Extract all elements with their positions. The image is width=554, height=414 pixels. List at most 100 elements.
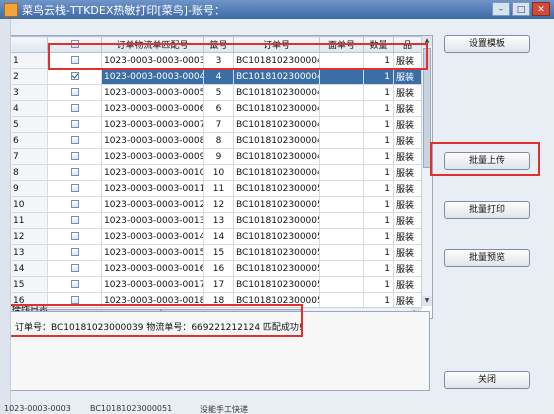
row-checkbox-cell[interactable] [47,164,102,181]
product-cell[interactable]: 服装 [393,84,422,101]
row-checkbox-cell[interactable] [47,212,102,229]
waybill-number-cell[interactable] [319,196,364,213]
product-cell[interactable]: 服装 [393,100,422,117]
row-checkbox[interactable] [70,200,79,208]
quantity-cell[interactable]: 1 [363,212,394,229]
order-grid[interactable]: 订单物流单匹配号 籤号 订单号 面单号 数量 品 1 1023-0003-0003… [8,35,433,319]
row-checkbox-cell[interactable] [47,180,102,197]
product-cell[interactable]: 服装 [393,180,422,197]
waybill-number-cell[interactable] [319,180,364,197]
tag-cell[interactable]: 6 [203,100,234,117]
row-checkbox[interactable] [70,120,79,128]
row-number[interactable]: 12 [9,228,48,245]
tag-cell[interactable]: 14 [203,228,234,245]
row-number[interactable]: 13 [9,244,48,261]
match-number-cell[interactable]: 1023-0003-0003-0014 [101,228,204,245]
match-number-cell[interactable]: 1023-0003-0003-0013 [101,212,204,229]
tag-cell[interactable]: 10 [203,164,234,181]
waybill-number-cell[interactable] [319,84,364,101]
quantity-cell[interactable]: 1 [363,100,394,117]
row-checkbox[interactable] [70,152,79,160]
set-template-button[interactable]: 设置模板 [444,35,530,53]
waybill-number-cell[interactable] [319,116,364,133]
order-number-cell[interactable]: BC10181023000043 [233,100,320,117]
tag-cell[interactable]: 16 [203,260,234,277]
row-checkbox-cell[interactable] [47,148,102,165]
waybill-number-cell[interactable] [319,68,364,85]
row-checkbox[interactable] [70,72,79,80]
order-number-cell[interactable]: BC10181023000057 [233,260,320,277]
order-number-cell[interactable]: BC10181023000056 [233,244,320,261]
row-checkbox[interactable] [70,136,79,144]
match-number-cell[interactable]: 1023-0003-0003-0009 [101,148,204,165]
waybill-number-cell[interactable] [319,244,364,261]
table-row[interactable]: 10 1023-0003-0003-0012 12 BC10181023000053 1… [9,196,422,213]
row-checkbox-cell[interactable] [47,244,102,261]
product-cell[interactable]: 服装 [393,260,422,277]
waybill-number-cell[interactable] [319,276,364,293]
product-cell[interactable]: 服装 [393,196,422,213]
table-row[interactable]: 11 1023-0003-0003-0013 13 BC10181023000054 1… [9,212,422,229]
match-number-cell[interactable]: 1023-0003-0003-0004 [101,68,204,85]
order-number-cell[interactable]: BC10181023000046 [233,148,320,165]
row-checkbox[interactable] [70,168,79,176]
maximize-button[interactable]: □ [512,2,530,16]
match-number-cell[interactable]: 1023-0003-0003-0005 [101,84,204,101]
product-cell[interactable]: 服装 [393,68,422,85]
row-number[interactable]: 5 [9,116,48,133]
match-number-cell[interactable]: 1023-0003-0003-0008 [101,132,204,149]
order-number-cell[interactable]: BC10181023000058 [233,276,320,293]
row-checkbox-cell[interactable] [47,260,102,277]
row-checkbox-cell[interactable] [47,276,102,293]
order-number-cell[interactable]: BC10181023000047 [233,164,320,181]
table-row[interactable]: 7 1023-0003-0003-0009 9 BC10181023000046 1 服装 [9,148,422,165]
scroll-down-arrow-icon[interactable]: ▼ [422,296,432,306]
row-checkbox-cell[interactable] [47,132,102,149]
quantity-cell[interactable]: 1 [363,68,394,85]
order-number-cell[interactable]: BC10181023000045 [233,132,320,149]
match-number-cell[interactable]: 1023-0003-0003-0011 [101,180,204,197]
close-window-button[interactable]: ✕ [532,2,550,16]
quantity-cell[interactable]: 1 [363,228,394,245]
quantity-cell[interactable]: 1 [363,276,394,293]
product-cell[interactable]: 服装 [393,132,422,149]
row-number[interactable]: 9 [9,180,48,197]
match-number-cell[interactable]: 1023-0003-0003-0010 [101,164,204,181]
row-checkbox-cell[interactable] [47,68,102,85]
product-cell[interactable]: 服装 [393,116,422,133]
quantity-cell[interactable]: 1 [363,196,394,213]
table-row[interactable]: 3 1023-0003-0003-0005 5 BC10181023000042 1 服装 [9,84,422,101]
table-row[interactable]: 5 1023-0003-0003-0007 7 BC10181023000044 1 服装 [9,116,422,133]
order-number-cell[interactable]: BC10181023000054 [233,212,320,229]
quantity-cell[interactable]: 1 [363,132,394,149]
row-checkbox-cell[interactable] [47,228,102,245]
quantity-cell[interactable]: 1 [363,260,394,277]
row-number[interactable]: 15 [9,276,48,293]
waybill-number-cell[interactable] [319,228,364,245]
waybill-number-cell[interactable] [319,132,364,149]
row-checkbox[interactable] [70,104,79,112]
row-number[interactable]: 3 [9,84,48,101]
row-number[interactable]: 14 [9,260,48,277]
product-cell[interactable]: 服装 [393,228,422,245]
tag-cell[interactable]: 13 [203,212,234,229]
table-row[interactable]: 2 1023-0003-0003-0004 4 BC10181023000041 1 服装 [9,68,422,85]
table-row[interactable]: 13 1023-0003-0003-0015 15 BC10181023000056 1… [9,244,422,261]
close-button[interactable]: 关闭 [444,371,530,389]
order-number-cell[interactable]: BC10181023000052 [233,180,320,197]
table-row[interactable]: 14 1023-0003-0003-0016 16 BC10181023000057 1… [9,260,422,277]
order-number-cell[interactable]: BC10181023000041 [233,68,320,85]
order-number-cell[interactable]: BC10181023000042 [233,84,320,101]
tag-cell[interactable]: 5 [203,84,234,101]
quantity-cell[interactable]: 1 [363,164,394,181]
order-number-cell[interactable]: BC10181023000055 [233,228,320,245]
row-checkbox[interactable] [70,88,79,96]
table-row[interactable]: 6 1023-0003-0003-0008 8 BC10181023000045 1 服装 [9,132,422,149]
product-cell[interactable]: 服装 [393,164,422,181]
batch-preview-button[interactable]: 批量预览 [444,249,530,267]
tag-cell[interactable]: 15 [203,244,234,261]
row-number[interactable]: 10 [9,196,48,213]
row-checkbox[interactable] [70,232,79,240]
row-checkbox[interactable] [70,296,79,304]
product-cell[interactable]: 服装 [393,244,422,261]
